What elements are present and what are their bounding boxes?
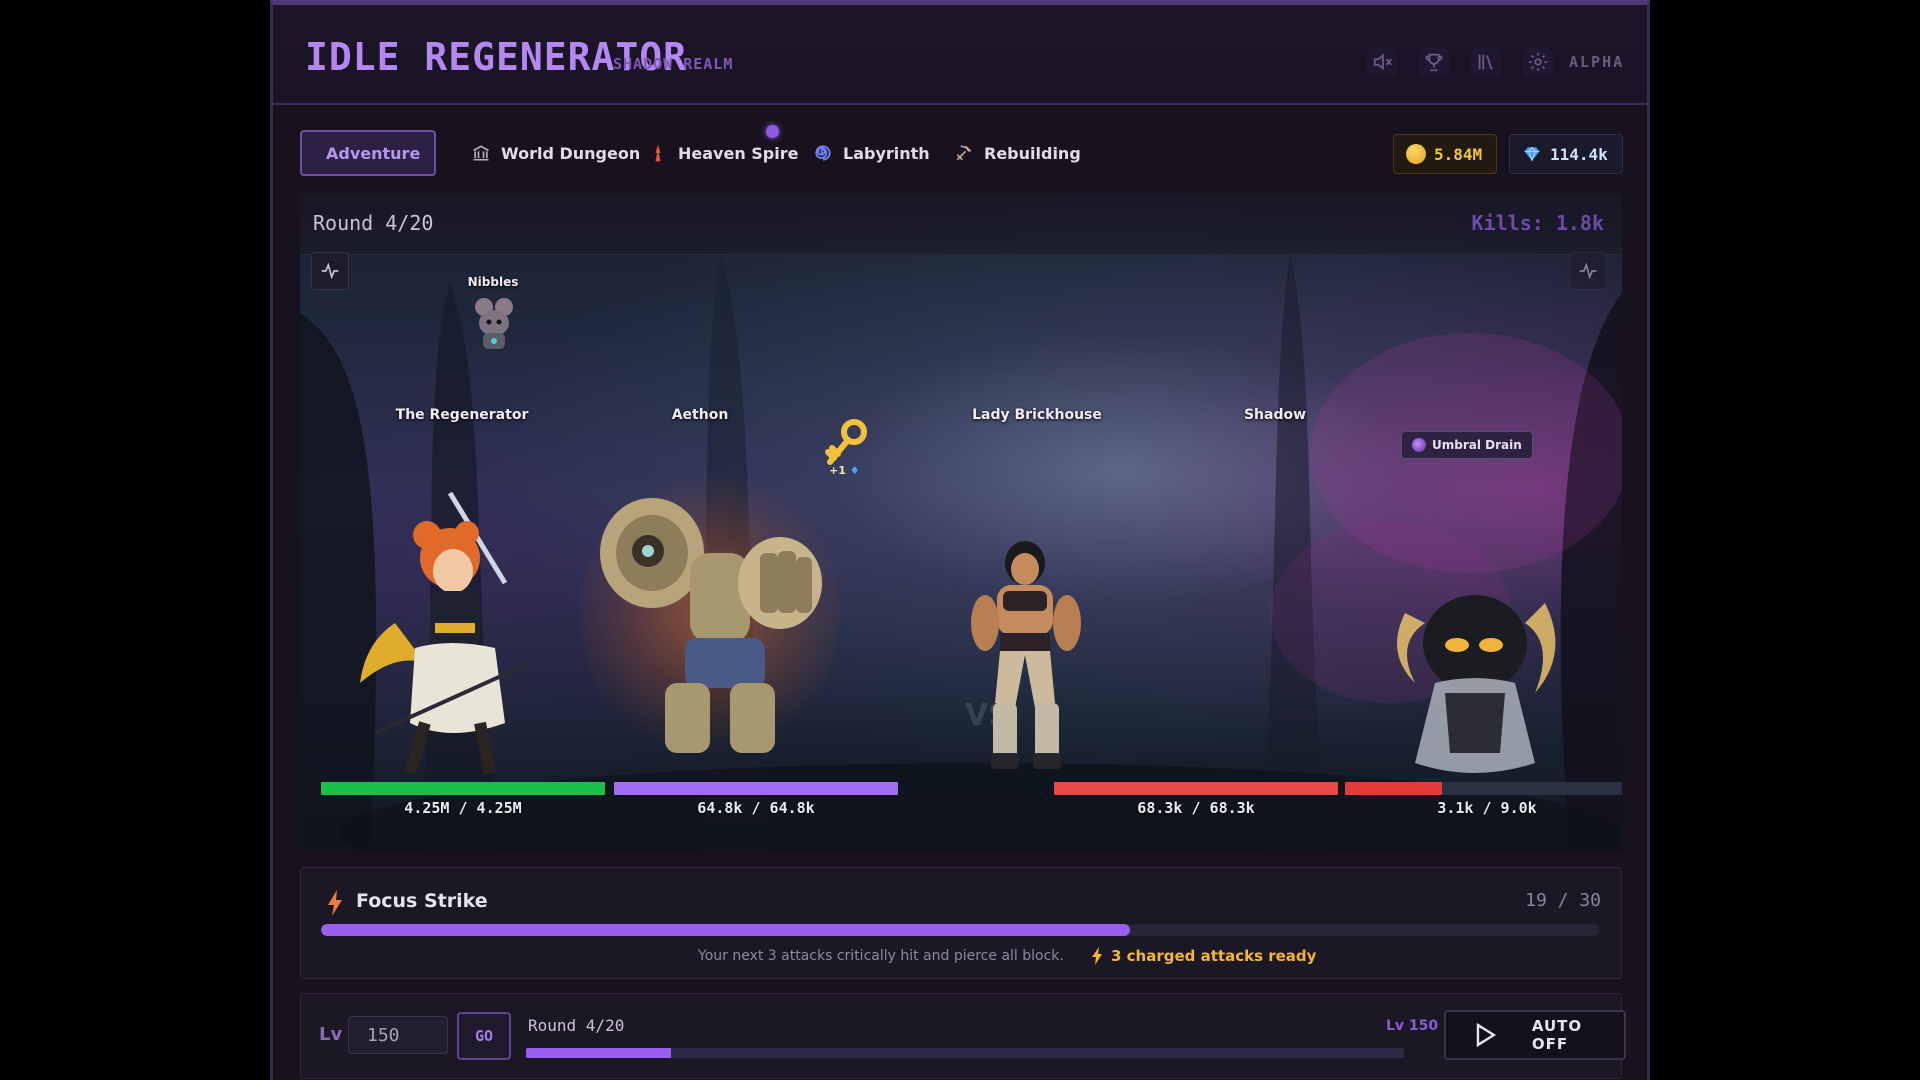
ally-aethon-sprite[interactable]: [590, 493, 830, 773]
level-round-counter: Round 4/20: [528, 1016, 625, 1035]
hero-regenerator-sprite[interactable]: [355, 473, 535, 783]
tab-rebuilding[interactable]: Rebuilding: [940, 130, 1095, 176]
tab-heaven-spire[interactable]: Heaven Spire: [634, 130, 812, 176]
hp-text-regenerator: 4.25M / 4.25M: [404, 799, 522, 817]
pet-name: Nibbles: [467, 275, 519, 289]
pet-mouse-sprite[interactable]: [470, 293, 518, 353]
enemy-lady-brickhouse-sprite[interactable]: [955, 533, 1095, 783]
level-label: Lv: [319, 1024, 343, 1045]
hp-fill: [614, 782, 898, 795]
hp-fill: [321, 782, 605, 795]
trophy-icon[interactable]: [1419, 47, 1449, 77]
gold-counter: 5.84M: [1393, 134, 1497, 174]
round-counter: Round 4/20: [313, 211, 434, 235]
tab-label: Adventure: [326, 143, 421, 163]
gold-amount: 5.84M: [1434, 144, 1483, 164]
auto-label: AUTO OFF: [1531, 1017, 1583, 1053]
auto-toggle-button[interactable]: AUTO OFF: [1444, 1010, 1626, 1060]
gear-icon[interactable]: [1523, 47, 1553, 77]
tab-labyrinth[interactable]: Labyrinth: [799, 130, 944, 176]
level-control-panel: Lv GO Round 4/20 Lv 150 AUTO OFF: [300, 993, 1626, 1079]
focus-strike-title: Focus Strike: [356, 890, 488, 912]
buff-label: Umbral Drain: [1432, 438, 1522, 452]
focus-strike-fill: [321, 924, 1130, 936]
temple-icon: [473, 145, 489, 161]
unit-name-regenerator: The Regenerator: [395, 407, 529, 423]
play-icon: [1476, 1022, 1497, 1048]
tab-label: World Dungeon: [501, 143, 641, 163]
alpha-badge: ALPHA: [1569, 53, 1625, 71]
library-icon[interactable]: [1471, 47, 1501, 77]
hp-fill: [1054, 782, 1338, 795]
round-progress-fill: [526, 1048, 671, 1058]
spiral-icon: [815, 145, 831, 161]
unit-name-shadow: Shadow: [1243, 407, 1307, 423]
hp-bar-shadow: [1345, 782, 1622, 795]
hp-bar-aethon: [614, 782, 898, 795]
battle-scene: Round 4/20 Kills: 1.8k Nibbles The Regen…: [300, 193, 1622, 853]
enemy-log-button[interactable]: [1569, 252, 1607, 290]
level-input[interactable]: [348, 1016, 448, 1054]
charged-attacks-status: 3 charged attacks ready: [1091, 947, 1316, 965]
hp-bar-regenerator: [321, 782, 605, 795]
gold-coin-icon: [1406, 144, 1426, 164]
round-progress-bar: [526, 1048, 1404, 1058]
focus-strike-description: Your next 3 attacks critically hit and p…: [698, 948, 1064, 964]
app-window: IDLE REGENERATOR SHADOW REALM ALPHA Adve…: [270, 0, 1650, 1080]
mute-icon[interactable]: [1367, 47, 1397, 77]
pulse-icon: [321, 262, 339, 280]
go-button[interactable]: GO: [457, 1012, 511, 1060]
notification-dot: [766, 125, 779, 138]
battle-topbar: Round 4/20 Kills: 1.8k: [300, 193, 1622, 255]
spire-icon: [655, 144, 661, 162]
tab-label: Labyrinth: [843, 143, 930, 163]
lightning-icon: [1092, 947, 1102, 965]
diamond-icon: ♦: [849, 464, 860, 477]
hp-text-shadow: 3.1k / 9.0k: [1437, 799, 1537, 817]
battle-log-button[interactable]: [311, 252, 349, 290]
gem-amount: 114.4k: [1550, 144, 1608, 164]
tab-label: Heaven Spire: [678, 143, 799, 163]
hp-text-lady-brickhouse: 68.3k / 68.3k: [1137, 799, 1255, 817]
lightning-icon: [328, 890, 342, 916]
focus-strike-panel: Focus Strike 19 / 30 Your next 3 attacks…: [300, 867, 1622, 979]
hammer-pick-icon: [956, 145, 972, 161]
tab-label: Rebuilding: [984, 143, 1081, 163]
tab-world-dungeon[interactable]: World Dungeon: [457, 130, 654, 176]
enemy-shadow-sprite[interactable]: [1385, 573, 1565, 783]
kills-counter: Kills: 1.8k: [1471, 211, 1604, 235]
hp-bar-lady-brickhouse: [1054, 782, 1338, 795]
tab-adventure[interactable]: Adventure: [300, 130, 436, 176]
charged-attacks-label: 3 charged attacks ready: [1111, 947, 1317, 965]
hp-fill: [1345, 782, 1442, 795]
gem-counter: 114.4k: [1509, 134, 1623, 174]
focus-strike-count: 19 / 30: [1525, 890, 1601, 911]
focus-strike-progress: [321, 924, 1599, 936]
app-subtitle: SHADOW REALM: [613, 55, 734, 73]
loot-drop-text: +1 ♦: [829, 464, 860, 477]
hp-text-aethon: 64.8k / 64.8k: [697, 799, 815, 817]
umbral-orb-icon: [1412, 438, 1426, 452]
max-level-label: Lv 150: [1386, 1018, 1439, 1034]
diamond-icon: [1524, 146, 1540, 162]
unit-name-lady-brickhouse: Lady Brickhouse: [972, 407, 1102, 423]
pulse-icon: [1579, 262, 1597, 280]
header: IDLE REGENERATOR SHADOW REALM ALPHA: [273, 5, 1647, 105]
unit-name-aethon: Aethon: [671, 407, 729, 423]
status-badge-umbral-drain[interactable]: Umbral Drain: [1401, 431, 1533, 459]
